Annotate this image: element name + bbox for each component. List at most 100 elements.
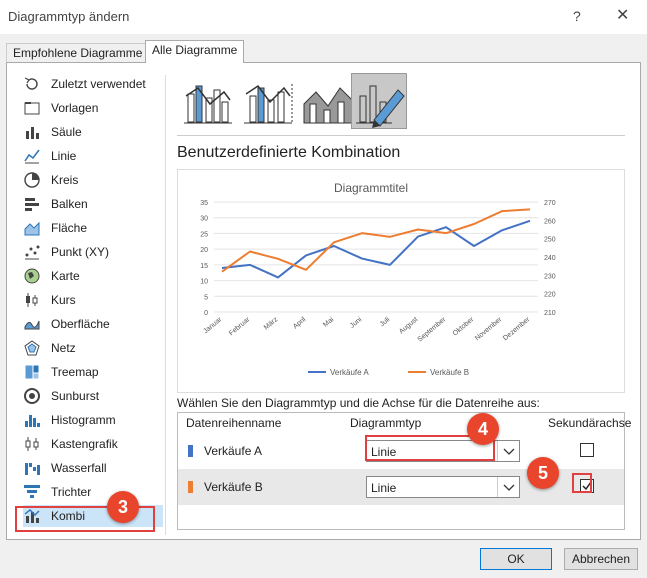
sidebar-item-column-chart[interactable]: Säule: [23, 121, 163, 143]
line-chart-icon: [24, 149, 40, 164]
treemap-icon: [24, 364, 40, 380]
panel-divider: [165, 75, 166, 535]
series-b-color-swatch: [188, 481, 193, 493]
series-a-secondary-axis-checkbox[interactable]: [580, 443, 594, 457]
annotation-badge-3: 3: [107, 491, 139, 523]
sidebar-item-line-chart[interactable]: Linie: [23, 145, 163, 167]
area-chart-icon: [24, 221, 40, 236]
histogram-icon: [25, 415, 40, 427]
section-separator: [177, 135, 625, 136]
sidebar-item-histogram[interactable]: Histogramm: [23, 409, 163, 431]
series-a-color-swatch: [188, 445, 193, 457]
x-tick-label: August: [398, 316, 419, 335]
subtype-custom-combination-button[interactable]: [351, 73, 407, 129]
tab-all-charts[interactable]: Alle Diagramme: [145, 40, 245, 63]
cancel-button[interactable]: Abbrechen: [564, 548, 638, 570]
y-left-tick-label: 10: [200, 279, 208, 286]
x-tick-label: Juni: [349, 316, 364, 330]
sidebar-item-area-chart[interactable]: Fläche: [23, 217, 163, 239]
sidebar-item-scatter-chart[interactable]: Punkt (XY): [23, 241, 163, 263]
series-b-name: Verkäufe B: [204, 480, 263, 494]
dialog-panel: Zuletzt verwendet Vorlagen Säule Linie Kreis…: [6, 62, 641, 540]
sidebar-item-stock-chart[interactable]: Kurs: [23, 289, 163, 311]
legend-label: Verkäufe A: [330, 368, 369, 377]
stock-chart-icon: [26, 293, 38, 307]
header-chart-type: Diagrammtyp: [350, 416, 422, 430]
sidebar-item-label: Linie: [51, 149, 77, 163]
funnel-icon: [24, 485, 40, 498]
y-right-tick-label: 270: [544, 200, 556, 207]
recent-icon: [24, 77, 38, 90]
sidebar-item-pie-chart[interactable]: Kreis: [23, 169, 163, 191]
highlight-secondary-checkbox: [572, 473, 592, 493]
sidebar-item-box-whisker[interactable]: Kastengrafik: [23, 433, 163, 455]
sidebar-item-funnel[interactable]: Trichter: [23, 481, 163, 503]
chart-title: Diagrammtitel: [334, 181, 408, 195]
x-tick-label: Februar: [228, 316, 252, 338]
sidebar-item-label: Trichter: [51, 485, 92, 499]
preview-chart-svg: Diagrammtitel 0 5 10 15 20 25 30 35 210 220 230 240 2…: [200, 181, 556, 377]
y-left-tick-label: 35: [200, 200, 208, 207]
sidebar-item-waterfall[interactable]: Wasserfall: [23, 457, 163, 479]
sunburst-icon: [24, 388, 40, 404]
subtype-area-column-button[interactable]: [299, 73, 355, 129]
y-left-tick-label: 0: [204, 310, 208, 317]
help-button[interactable]: ?: [573, 8, 581, 24]
x-tick-label: März: [263, 316, 280, 332]
sidebar-item-label: Kurs: [51, 293, 76, 307]
x-tick-label: Oktober: [452, 316, 476, 338]
y-left-tick-label: 20: [200, 247, 208, 254]
custom-combination-icon: [356, 85, 405, 128]
sidebar-item-label: Fläche: [51, 221, 88, 235]
folder-icon: [24, 102, 40, 115]
combination-heading: Benutzerdefinierte Kombination: [177, 144, 401, 161]
surface-chart-icon: [24, 320, 40, 330]
sidebar-item-label: Oberfläche: [51, 317, 110, 331]
x-tick-label: April: [292, 316, 308, 331]
sidebar-item-bar-chart[interactable]: Balken: [23, 193, 163, 215]
sidebar-item-label: Histogramm: [51, 413, 116, 427]
sidebar-item-label: Treemap: [51, 365, 99, 379]
title-bar: Diagrammtyp ändern ? ✕: [0, 0, 647, 34]
sidebar-item-label: Kastengrafik: [51, 437, 118, 451]
clustered-column-line-icon: [184, 85, 232, 124]
sidebar-item-label: Wasserfall: [51, 461, 107, 475]
subtype-column-line-secondary-button[interactable]: [239, 73, 295, 129]
sidebar-item-label: Zuletzt verwendet: [51, 77, 146, 91]
header-secondary-axis: Sekundärachse: [548, 416, 632, 430]
sidebar-item-surface-chart[interactable]: Oberfläche: [23, 313, 163, 335]
tab-recommended-charts[interactable]: Empfohlene Diagramme: [6, 43, 150, 63]
subtype-clustered-column-line-button[interactable]: [179, 73, 235, 129]
sidebar-item-map-chart[interactable]: Karte: [23, 265, 163, 287]
column-chart-icon: [26, 127, 39, 139]
header-series-name: Datenreihenname: [186, 416, 282, 430]
scatter-chart-icon: [25, 245, 40, 260]
sidebar-item-sunburst[interactable]: Sunburst: [23, 385, 163, 407]
y-right-tick-label: 250: [544, 237, 556, 244]
radar-chart-icon: [24, 340, 40, 356]
series-a-name: Verkäufe A: [204, 444, 263, 458]
ok-button[interactable]: OK: [480, 548, 552, 570]
sidebar-item-label: Netz: [51, 341, 76, 355]
x-tick-label: Dezember: [502, 316, 532, 343]
close-button[interactable]: ✕: [616, 5, 629, 25]
annotation-badge-4: 4: [467, 413, 499, 445]
series-prompt-label: Wählen Sie den Diagrammtyp und die Achse…: [177, 396, 540, 410]
sidebar-item-radar-chart[interactable]: Netz: [23, 337, 163, 359]
x-tick-label: September: [417, 316, 448, 344]
chevron-down-icon[interactable]: [497, 477, 519, 497]
map-chart-icon: [24, 268, 40, 284]
sidebar-item-label: Kreis: [51, 173, 79, 187]
x-tick-label: Mai: [322, 316, 335, 329]
sidebar-item-recent[interactable]: Zuletzt verwendet: [23, 73, 163, 95]
y-right-tick-label: 210: [544, 310, 556, 317]
sidebar-item-label: Balken: [51, 197, 88, 211]
sidebar-item-treemap[interactable]: Treemap: [23, 361, 163, 383]
y-right-tick-label: 240: [544, 255, 556, 262]
series-b-chart-type-dropdown[interactable]: Linie: [366, 476, 520, 498]
sidebar-item-label: Punkt (XY): [51, 245, 110, 259]
y-right-tick-label: 230: [544, 273, 556, 280]
box-whisker-icon: [25, 437, 39, 451]
chevron-down-icon[interactable]: [497, 441, 519, 461]
sidebar-item-folder[interactable]: Vorlagen: [23, 97, 163, 119]
